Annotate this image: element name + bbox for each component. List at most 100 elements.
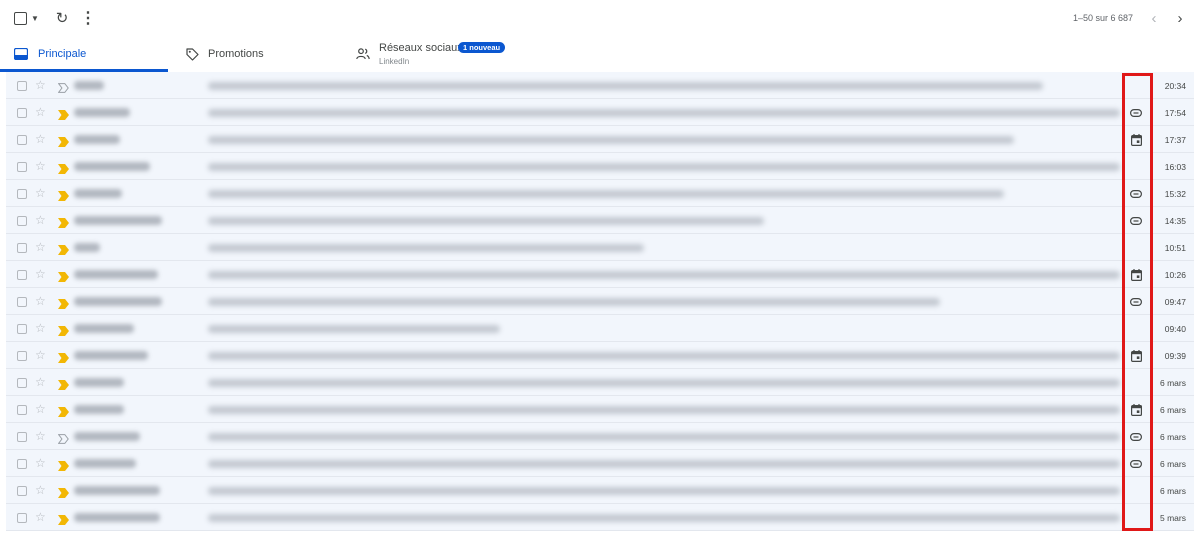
row-checkbox[interactable] <box>17 243 27 253</box>
star-icon[interactable]: ☆ <box>35 321 46 335</box>
sender-blurred <box>74 243 100 252</box>
row-checkbox[interactable] <box>17 513 27 523</box>
refresh-icon[interactable]: ↻ <box>52 8 72 28</box>
star-icon[interactable]: ☆ <box>35 267 46 281</box>
row-checkbox[interactable] <box>17 324 27 334</box>
row-checkbox[interactable] <box>17 81 27 91</box>
sender-blurred <box>74 486 160 495</box>
subject-snippet-blurred <box>208 460 1120 468</box>
star-icon[interactable]: ☆ <box>35 132 46 146</box>
email-row[interactable]: ☆ 20:34 <box>6 72 1194 99</box>
row-date: 6 mars <box>1160 486 1186 496</box>
star-icon[interactable]: ☆ <box>35 186 46 200</box>
important-marker-icon[interactable] <box>58 134 69 147</box>
important-marker-icon[interactable] <box>58 161 69 174</box>
star-icon[interactable]: ☆ <box>35 429 46 443</box>
email-row[interactable]: ☆ 5 mars <box>6 504 1194 531</box>
email-row[interactable]: ☆ 16:03 <box>6 153 1194 180</box>
pagination-text: 1–50 sur 6 687 <box>1072 13 1133 23</box>
more-vert-icon[interactable]: ⋮ <box>80 8 96 28</box>
star-icon[interactable]: ☆ <box>35 456 46 470</box>
star-icon[interactable]: ☆ <box>35 159 46 173</box>
email-row[interactable]: ☆ 6 mars <box>6 396 1194 423</box>
row-checkbox[interactable] <box>17 270 27 280</box>
subject-snippet-blurred <box>208 109 1120 117</box>
row-date: 15:32 <box>1164 189 1186 199</box>
star-icon[interactable]: ☆ <box>35 240 46 254</box>
subject-snippet-blurred <box>208 163 1120 171</box>
star-icon[interactable]: ☆ <box>35 375 46 389</box>
important-marker-icon[interactable] <box>58 458 69 471</box>
row-checkbox[interactable] <box>17 432 27 442</box>
important-marker-icon[interactable] <box>58 404 69 417</box>
important-outline-icon[interactable] <box>57 431 69 444</box>
row-date: 5 mars <box>1160 513 1186 523</box>
important-marker-icon[interactable] <box>58 296 69 309</box>
email-row[interactable]: ☆ 6 mars <box>6 477 1194 504</box>
chevron-left-icon[interactable]: ‹ <box>1146 10 1162 27</box>
sender-blurred <box>74 108 130 117</box>
tag-icon <box>186 48 199 61</box>
row-checkbox[interactable] <box>17 486 27 496</box>
star-icon[interactable]: ☆ <box>35 348 46 362</box>
subject-snippet-blurred <box>208 244 644 252</box>
star-icon[interactable]: ☆ <box>35 78 46 92</box>
email-row[interactable]: ☆ 15:32 <box>6 180 1194 207</box>
important-marker-icon[interactable] <box>58 512 69 525</box>
select-all-checkbox[interactable] <box>14 12 27 25</box>
email-row[interactable]: ☆ 17:54 <box>6 99 1194 126</box>
tab-principale[interactable]: Principale <box>0 38 168 72</box>
subject-snippet-blurred <box>208 433 1120 441</box>
row-checkbox[interactable] <box>17 162 27 172</box>
sender-blurred <box>74 81 104 90</box>
email-row[interactable]: ☆ 09:47 <box>6 288 1194 315</box>
row-checkbox[interactable] <box>17 135 27 145</box>
star-icon[interactable]: ☆ <box>35 402 46 416</box>
email-row[interactable]: ☆ 09:40 <box>6 315 1194 342</box>
email-row[interactable]: ☆ 6 mars <box>6 423 1194 450</box>
email-row[interactable]: ☆ 09:39 <box>6 342 1194 369</box>
tab-promotions[interactable]: Promotions <box>178 38 348 72</box>
row-checkbox[interactable] <box>17 351 27 361</box>
row-checkbox[interactable] <box>17 189 27 199</box>
row-checkbox[interactable] <box>17 108 27 118</box>
important-marker-icon[interactable] <box>58 350 69 363</box>
email-row[interactable]: ☆ 17:37 <box>6 126 1194 153</box>
sender-blurred <box>74 162 150 171</box>
important-marker-icon[interactable] <box>58 269 69 282</box>
email-row[interactable]: ☆ 10:51 <box>6 234 1194 261</box>
row-checkbox[interactable] <box>17 459 27 469</box>
email-row[interactable]: ☆ 14:35 <box>6 207 1194 234</box>
tab-label: Réseaux sociaux <box>379 42 463 54</box>
row-checkbox[interactable] <box>17 297 27 307</box>
star-icon[interactable]: ☆ <box>35 483 46 497</box>
chevron-right-icon[interactable]: › <box>1172 10 1188 27</box>
caret-down-icon[interactable]: ▼ <box>30 13 40 23</box>
row-checkbox[interactable] <box>17 378 27 388</box>
important-marker-icon[interactable] <box>58 188 69 201</box>
email-row[interactable]: ☆ 6 mars <box>6 450 1194 477</box>
sender-blurred <box>74 270 158 279</box>
email-row[interactable]: ☆ 10:26 <box>6 261 1194 288</box>
row-date: 09:40 <box>1164 324 1186 334</box>
row-checkbox[interactable] <box>17 216 27 226</box>
row-date: 10:51 <box>1164 243 1186 253</box>
row-checkbox[interactable] <box>17 405 27 415</box>
star-icon[interactable]: ☆ <box>35 213 46 227</box>
important-marker-icon[interactable] <box>58 377 69 390</box>
star-icon[interactable]: ☆ <box>35 294 46 308</box>
important-outline-icon[interactable] <box>57 80 69 93</box>
tab-sublabel: LinkedIn <box>379 57 410 66</box>
important-marker-icon[interactable] <box>58 107 69 120</box>
important-marker-icon[interactable] <box>58 242 69 255</box>
star-icon[interactable]: ☆ <box>35 105 46 119</box>
row-date: 10:26 <box>1164 270 1186 280</box>
important-marker-icon[interactable] <box>58 323 69 336</box>
subject-snippet-blurred <box>208 406 1120 414</box>
important-marker-icon[interactable] <box>58 215 69 228</box>
email-row[interactable]: ☆ 6 mars <box>6 369 1194 396</box>
tab-reseaux-sociaux[interactable]: Réseaux sociaux 1 nouveau LinkedIn <box>348 38 648 72</box>
star-icon[interactable]: ☆ <box>35 510 46 524</box>
important-marker-icon[interactable] <box>58 485 69 498</box>
subject-snippet-blurred <box>208 271 1120 279</box>
